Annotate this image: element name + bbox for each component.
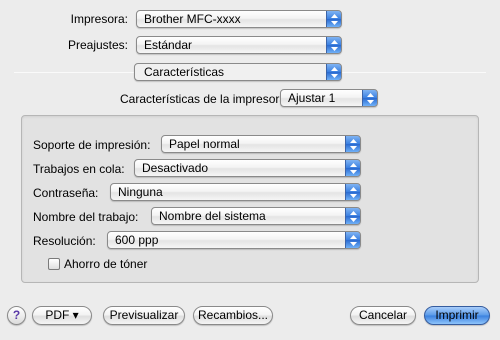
- help-button[interactable]: ?: [7, 306, 26, 325]
- cancel-button[interactable]: Cancelar: [350, 306, 416, 325]
- media-type-popup[interactable]: Papel normal: [161, 135, 361, 153]
- panel-menu-popup[interactable]: Características: [134, 63, 342, 81]
- toner-save-checkbox[interactable]: [48, 258, 60, 270]
- presets-popup[interactable]: Estándar: [136, 36, 342, 54]
- popup-arrows-icon: [362, 90, 377, 106]
- printer-value: Brother MFC-xxxx: [144, 12, 241, 26]
- media-type-value: Papel normal: [169, 137, 240, 151]
- job-spooling-popup[interactable]: Desactivado: [134, 159, 361, 177]
- popup-arrows-icon: [326, 64, 341, 80]
- password-label: Contraseña:: [33, 186, 99, 200]
- media-type-label: Soporte de impresión:: [33, 138, 151, 152]
- resolution-label: Resolución:: [33, 234, 96, 248]
- popup-arrows-icon: [345, 232, 360, 248]
- job-spooling-value: Desactivado: [142, 161, 209, 175]
- printer-popup[interactable]: Brother MFC-xxxx: [136, 10, 342, 28]
- toner-save-label[interactable]: Ahorro de tóner: [64, 257, 147, 271]
- popup-arrows-icon: [345, 208, 360, 224]
- popup-arrows-icon: [345, 160, 360, 176]
- pdf-menu-button[interactable]: PDF ▾: [32, 306, 92, 325]
- job-name-popup[interactable]: Nombre del sistema: [151, 207, 361, 225]
- supplies-button[interactable]: Recambios...: [193, 306, 273, 325]
- password-popup[interactable]: Ninguna: [110, 183, 361, 201]
- features-popup[interactable]: Ajustar 1: [280, 89, 378, 107]
- print-button[interactable]: Imprimir: [424, 306, 490, 325]
- preview-button[interactable]: Previsualizar: [103, 306, 185, 325]
- panel-menu-value: Características: [144, 65, 225, 79]
- popup-arrows-icon: [326, 37, 341, 53]
- popup-arrows-icon: [326, 11, 341, 27]
- features-value: Ajustar 1: [288, 91, 336, 105]
- job-name-value: Nombre del sistema: [159, 209, 266, 223]
- job-spooling-label: Trabajos en cola:: [33, 162, 125, 176]
- presets-label: Preajustes:: [67, 38, 128, 52]
- resolution-value: 600 ppp: [115, 233, 159, 247]
- popup-arrows-icon: [345, 184, 360, 200]
- resolution-popup[interactable]: 600 ppp: [107, 231, 361, 249]
- password-value: Ninguna: [118, 185, 163, 199]
- presets-value: Estándar: [144, 38, 193, 52]
- printer-label: Impresora:: [70, 12, 128, 26]
- popup-arrows-icon: [345, 136, 360, 152]
- job-name-label: Nombre del trabajo:: [33, 210, 139, 224]
- features-label: Características de la impresora:: [120, 92, 290, 106]
